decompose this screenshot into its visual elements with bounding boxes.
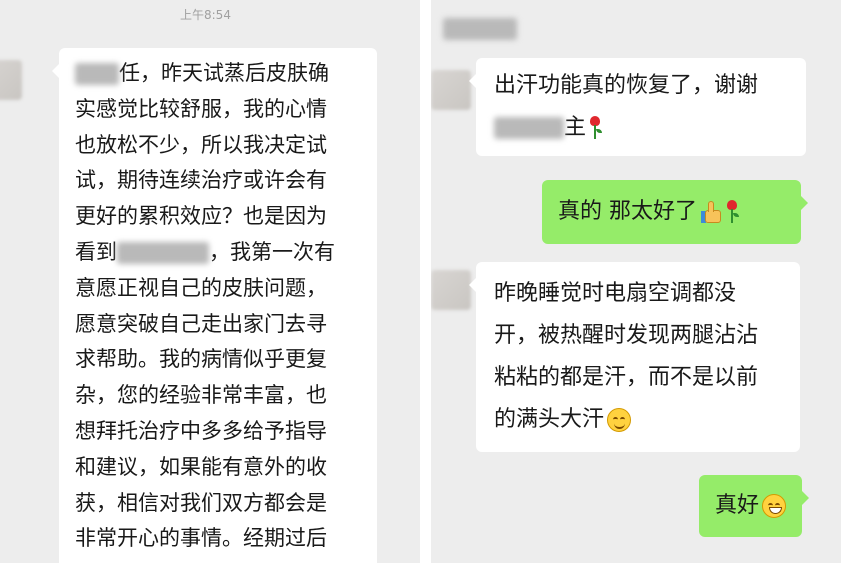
message-line: 想拜托治疗中多多给予指导 [75,418,327,443]
message-text: 真的 那太好了 [558,191,739,233]
message-line: 看到 ，我第一次有 [75,239,335,264]
contact-avatar[interactable] [0,60,22,100]
message-line: 昨晚睡觉时电扇空调都没 [494,281,737,306]
message-line: 任，昨天试蒸后皮肤确 [75,56,335,92]
smile-emoji [607,408,632,432]
contact-avatar[interactable] [431,70,471,110]
message-line: 实感觉比较舒服，我的心情 [75,96,327,121]
contact-avatar[interactable] [431,270,471,310]
message-line: 杂，您的经验非常丰富，也 [75,383,327,408]
outgoing-message-bubble[interactable]: 真好 [699,475,809,537]
panel-divider [420,0,431,563]
message-line: 的满头大汗 [494,399,758,441]
message-line: 非常开心的事情。经期过后 [75,526,327,551]
message-line: 开，被热醒时发现两腿沾沾 [494,323,759,348]
outgoing-message-bubble[interactable]: 真的 那太好了 [542,180,808,244]
message-text: 任，昨天试蒸后皮肤确 实感觉比较舒服，我的心情 也放松不少，所以我决定试 试，期… [75,56,335,557]
message-line: 粘粘的都是汗，而不是以前 [494,365,759,390]
rose-emoji [725,200,739,224]
message-timestamp: 上午8:54 [180,8,231,22]
message-line: 求帮助。我的病情似乎更复 [75,347,327,372]
incoming-message-bubble[interactable]: 出汗功能真的恢复了，谢谢 主 [469,58,806,156]
message-line: 试，期待连续治疗或许会有 [75,168,327,193]
thumbs-up-emoji [701,200,723,224]
page-edge [841,0,852,563]
message-line: 也放松不少，所以我决定试 [75,132,327,157]
message-line: 更好的累积效应？也是因为 [75,204,327,229]
message-line: 愿意突破自己走出家门去寻 [75,311,327,336]
incoming-message-bubble[interactable]: 任，昨天试蒸后皮肤确 实感觉比较舒服，我的心情 也放松不少，所以我决定试 试，期… [52,48,377,563]
message-text: 真好 [715,485,787,527]
incoming-message-bubble[interactable]: 昨晚睡觉时电扇空调都没 开，被热醒时发现两腿沾沾 粘粘的都是汗，而不是以前 的满… [469,262,800,452]
message-line: 获，相信对我们双方都会是 [75,490,327,515]
redacted-header [443,18,517,40]
grin-emoji [762,494,787,518]
message-line: 意愿正视自己的皮肤问题， [75,275,327,300]
right-chat-panel: 出汗功能真的恢复了，谢谢 主 真的 那太好了 昨晚睡觉时电扇空调都没 开，被热醒… [431,0,841,563]
message-line: 主 [494,107,758,149]
rose-emoji [588,116,603,140]
message-text: 出汗功能真的恢复了，谢谢 主 [494,65,758,149]
redacted-name [75,63,119,85]
message-line: 和建议，如果能有意外的收 [75,454,327,479]
redacted-text [117,241,209,264]
left-chat-panel: 上午8:54 任，昨天试蒸后皮肤确 实感觉比较舒服，我的心情 也放松不少，所以我… [0,0,420,563]
message-line: 出汗功能真的恢复了，谢谢 [494,73,759,98]
message-text: 昨晚睡觉时电扇空调都没 开，被热醒时发现两腿沾沾 粘粘的都是汗，而不是以前 的满… [494,273,758,441]
redacted-name [494,117,564,139]
